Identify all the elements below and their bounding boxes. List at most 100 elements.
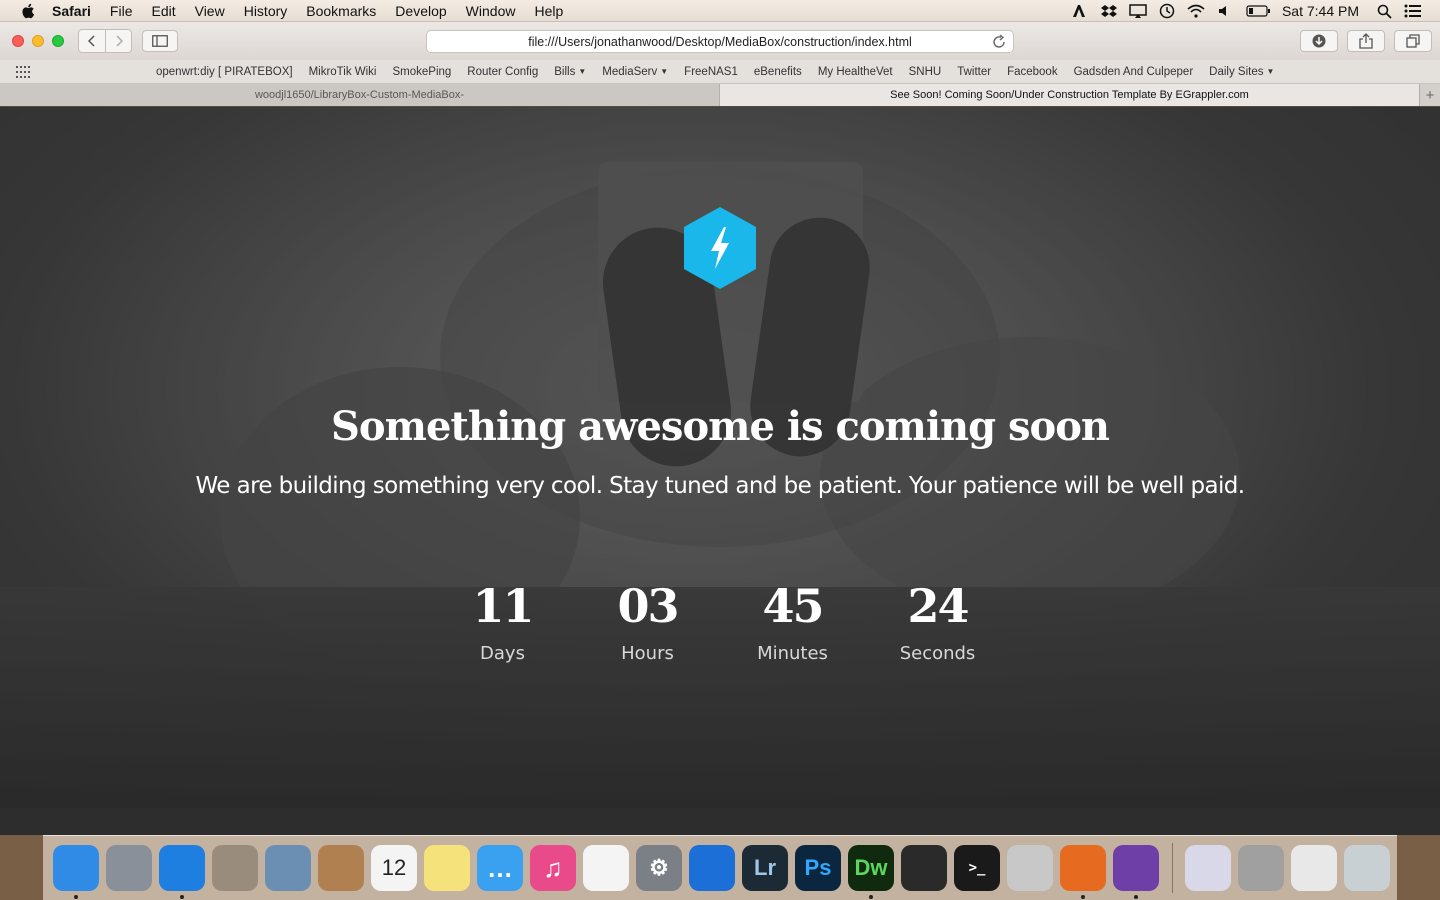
sidebar-toggle-button[interactable] <box>142 30 178 52</box>
preview-icon[interactable] <box>265 845 311 891</box>
system-preferences-icon[interactable]: ⚙ <box>636 845 682 891</box>
bookmark-freenas1[interactable]: FreeNAS1 <box>684 66 738 78</box>
itunes-icon[interactable]: ♫ <box>530 845 576 891</box>
back-button[interactable] <box>79 30 105 52</box>
terminal-icon[interactable]: >_ <box>954 845 1000 891</box>
bookmark-label: Router Config <box>467 65 539 78</box>
show-all-tabs-button[interactable] <box>1394 30 1432 52</box>
zoom-window-button[interactable] <box>52 35 64 47</box>
apple-menu-icon[interactable] <box>20 2 38 20</box>
tab-coming-soon-template[interactable]: See Soon! Coming Soon/Under Construction… <box>720 84 1419 106</box>
window-controls <box>12 35 72 47</box>
bookmark-openwrt[interactable]: openwrt:diy [ PIRATEBOX] <box>156 66 293 78</box>
photos-icon[interactable] <box>583 845 629 891</box>
messages-icon[interactable]: … <box>477 845 523 891</box>
bookmark-label: MikroTik Wiki <box>308 65 377 78</box>
safari-icon[interactable] <box>159 845 205 899</box>
minimize-window-button[interactable] <box>32 35 44 47</box>
lightning-hexagon-logo-icon <box>684 207 756 289</box>
chevron-left-icon <box>88 35 95 47</box>
github-icon[interactable] <box>1113 845 1159 899</box>
bookmark-folder-daily-sites[interactable]: Daily Sites ▼ <box>1209 66 1274 78</box>
photoshop-icon[interactable]: Ps <box>795 845 841 891</box>
bookmarks-bar: openwrt:diy [ PIRATEBOX] MikroTik Wiki S… <box>0 60 1440 84</box>
wifi-icon[interactable] <box>1187 3 1205 19</box>
address-bar-url: file:///Users/jonathanwood/Desktop/Media… <box>528 34 912 49</box>
menu-edit[interactable]: Edit <box>151 3 175 19</box>
menu-view[interactable]: View <box>195 3 225 19</box>
airplay-icon[interactable] <box>1129 3 1147 19</box>
menu-window[interactable]: Window <box>466 3 516 19</box>
countdown-value: 24 <box>907 579 969 633</box>
sidebar-icon <box>152 35 168 47</box>
new-tab-button[interactable]: + <box>1419 84 1440 106</box>
tab-title: woodjl1650/LibraryBox-Custom-MediaBox- <box>254 89 465 101</box>
running-indicator <box>180 895 184 899</box>
bookmark-ebenefits[interactable]: eBenefits <box>754 66 802 78</box>
time-machine-icon[interactable] <box>1158 3 1176 19</box>
bookmark-my-healthevet[interactable]: My HealtheVet <box>818 66 893 78</box>
countdown-seconds: 24 Seconds <box>865 577 1010 664</box>
menu-file[interactable]: File <box>110 3 133 19</box>
bookmark-label: openwrt:diy [ PIRATEBOX] <box>156 65 293 78</box>
menu-help[interactable]: Help <box>534 3 563 19</box>
address-bar[interactable]: file:///Users/jonathanwood/Desktop/Media… <box>426 30 1014 53</box>
page-headline: Something awesome is coming soon <box>331 403 1110 450</box>
bookmark-mikrotik-wiki[interactable]: MikroTik Wiki <box>309 66 377 78</box>
notes-icon[interactable] <box>424 845 470 891</box>
bookmark-snhu[interactable]: SNHU <box>909 66 942 78</box>
bookmark-label: eBenefits <box>753 65 802 78</box>
browser-toolbar: file:///Users/jonathanwood/Desktop/Media… <box>0 22 1440 60</box>
finder-icon[interactable] <box>53 845 99 899</box>
trash-icon[interactable] <box>1344 845 1390 891</box>
dock: 12 … ♫ ⚙ Lr Ps Dw >_ <box>43 835 1397 900</box>
top-sites-grid-icon[interactable] <box>16 65 32 78</box>
bookmark-folder-mediaserv[interactable]: MediaServ ▼ <box>602 66 668 78</box>
bookmark-label: Facebook <box>1007 65 1058 78</box>
calendar-icon[interactable]: 12 <box>371 845 417 891</box>
firefox-icon[interactable] <box>1060 845 1106 899</box>
calculator-icon[interactable] <box>212 845 258 891</box>
bookmark-smokeping[interactable]: SmokePing <box>392 66 451 78</box>
bookmark-label: SNHU <box>908 65 942 78</box>
contacts-icon[interactable] <box>318 845 364 891</box>
reload-icon[interactable] <box>991 34 1007 50</box>
bookmark-twitter[interactable]: Twitter <box>957 66 991 78</box>
launchpad-icon[interactable] <box>106 845 152 891</box>
menu-clock[interactable]: Sat 7:44 PM <box>1282 3 1359 19</box>
tab-librarybox-github[interactable]: woodjl1650/LibraryBox-Custom-MediaBox- <box>0 84 720 106</box>
battery-icon[interactable] <box>1245 3 1271 19</box>
dock-app-glyph: Lr <box>754 855 776 880</box>
dreamweaver-icon[interactable]: Dw <box>848 845 894 899</box>
tab-bar: woodjl1650/LibraryBox-Custom-MediaBox- S… <box>0 84 1440 106</box>
spotlight-search-icon[interactable] <box>1375 3 1393 19</box>
share-button[interactable] <box>1347 30 1385 52</box>
menu-bookmarks[interactable]: Bookmarks <box>306 3 376 19</box>
downloads-button[interactable] <box>1300 30 1338 52</box>
bookmark-facebook[interactable]: Facebook <box>1007 66 1058 78</box>
bookmark-router-config[interactable]: Router Config <box>467 66 538 78</box>
forward-button[interactable] <box>105 30 131 52</box>
torrent-folder-icon[interactable] <box>1185 845 1231 891</box>
volume-icon[interactable] <box>1216 3 1234 19</box>
bookmark-gadsden-and-culpeper[interactable]: Gadsden And Culpeper <box>1074 66 1194 78</box>
menu-safari[interactable]: Safari <box>52 3 91 19</box>
plus-icon: + <box>1425 86 1435 104</box>
migration-icon[interactable] <box>1007 845 1053 891</box>
dock-app-glyph: Dw <box>854 855 888 880</box>
lightroom-icon[interactable]: Lr <box>742 845 788 891</box>
menu-history[interactable]: History <box>244 3 288 19</box>
share-icon <box>1359 33 1373 49</box>
1password-icon[interactable] <box>689 845 735 891</box>
dreamweaver-doc-icon[interactable] <box>1238 845 1284 891</box>
adobe-creative-cloud-icon[interactable] <box>1071 3 1089 19</box>
bookmark-folder-bills[interactable]: Bills ▼ <box>554 66 586 78</box>
dropbox-icon[interactable] <box>1100 3 1118 19</box>
downloads-stack-icon[interactable] <box>1291 845 1337 891</box>
notification-center-icon[interactable] <box>1404 3 1422 19</box>
menu-develop[interactable]: Develop <box>395 3 446 19</box>
close-window-button[interactable] <box>12 35 24 47</box>
countdown-minutes: 45 Minutes <box>720 577 865 664</box>
dock-app-glyph: Ps <box>804 855 832 880</box>
photo-booth-icon[interactable] <box>901 845 947 891</box>
